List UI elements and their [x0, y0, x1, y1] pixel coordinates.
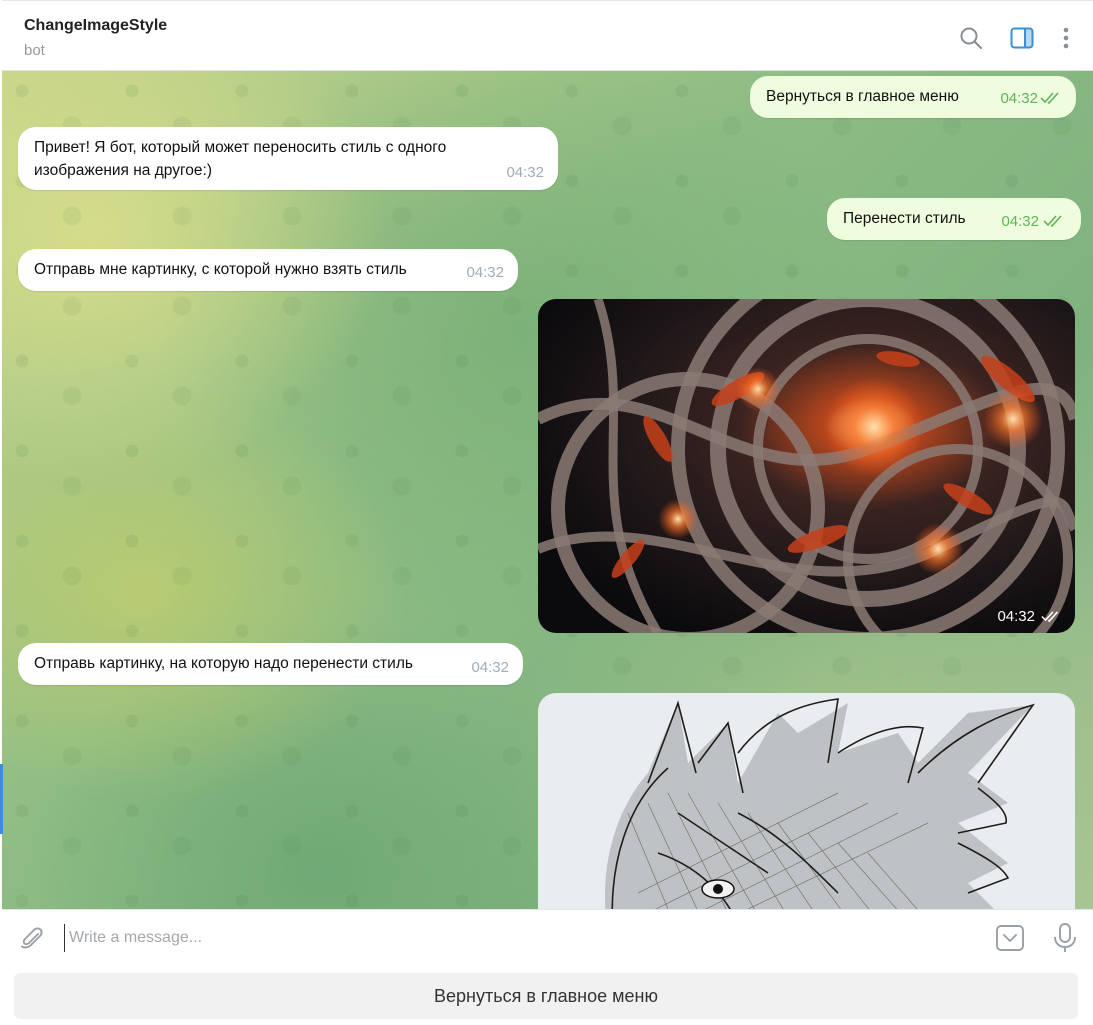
chat-status: bot: [24, 42, 45, 59]
fractal-image: [538, 299, 1075, 633]
message-time: 04:32: [1000, 90, 1038, 107]
message-input[interactable]: [64, 924, 964, 952]
back-to-main-menu-button[interactable]: Вернуться в главное меню: [14, 973, 1078, 1019]
photo-time: 04:32: [997, 608, 1063, 625]
read-checks-icon: [1040, 92, 1059, 105]
reply-keyboard: Вернуться в главное меню: [0, 965, 1093, 1025]
sidebar-toggle-icon[interactable]: [1009, 25, 1035, 51]
message-time: 04:32: [506, 164, 544, 181]
read-checks-icon: [1041, 611, 1059, 623]
microphone-icon[interactable]: [1052, 922, 1078, 954]
dragon-sketch-image: [538, 693, 1075, 909]
bot-keyboard-icon[interactable]: [995, 923, 1025, 953]
read-checks-icon: [1043, 215, 1062, 228]
chat-header: ChangeImageStyle bot: [2, 0, 1093, 71]
search-icon[interactable]: [958, 25, 984, 51]
chat-area[interactable]: Вернуться в главное меню 04:32 Привет! Я…: [2, 71, 1093, 909]
message-time: 04:32: [466, 264, 504, 281]
message-incoming[interactable]: Отправь картинку, на которую надо перене…: [18, 643, 523, 685]
message-text: Отправь мне картинку, с которой нужно вз…: [34, 261, 407, 278]
message-text: Отправь картинку, на которую надо перене…: [34, 655, 413, 672]
message-incoming[interactable]: Отправь мне картинку, с которой нужно вз…: [18, 249, 518, 291]
message-outgoing[interactable]: Вернуться в главное меню 04:32: [750, 76, 1076, 118]
message-time: 04:32: [1001, 213, 1039, 230]
more-vertical-icon[interactable]: [1053, 25, 1079, 51]
left-edge-indicator: [0, 764, 3, 834]
photo-message-fractal[interactable]: 04:32: [538, 299, 1075, 633]
message-text: Перенести стиль: [843, 210, 966, 227]
message-time: 04:32: [997, 608, 1035, 625]
message-text: Вернуться в главное меню: [766, 88, 959, 105]
message-incoming[interactable]: Привет! Я бот, который может переносить …: [18, 127, 558, 190]
message-time: 04:32: [471, 659, 509, 676]
message-outgoing[interactable]: Перенести стиль 04:32: [827, 198, 1081, 240]
message-text: Привет! Я бот, который может переносить …: [34, 139, 447, 179]
paperclip-icon[interactable]: [18, 924, 46, 952]
chat-title[interactable]: ChangeImageStyle: [24, 17, 167, 35]
message-composer: [2, 909, 1093, 965]
photo-message-dragon[interactable]: [538, 693, 1075, 909]
